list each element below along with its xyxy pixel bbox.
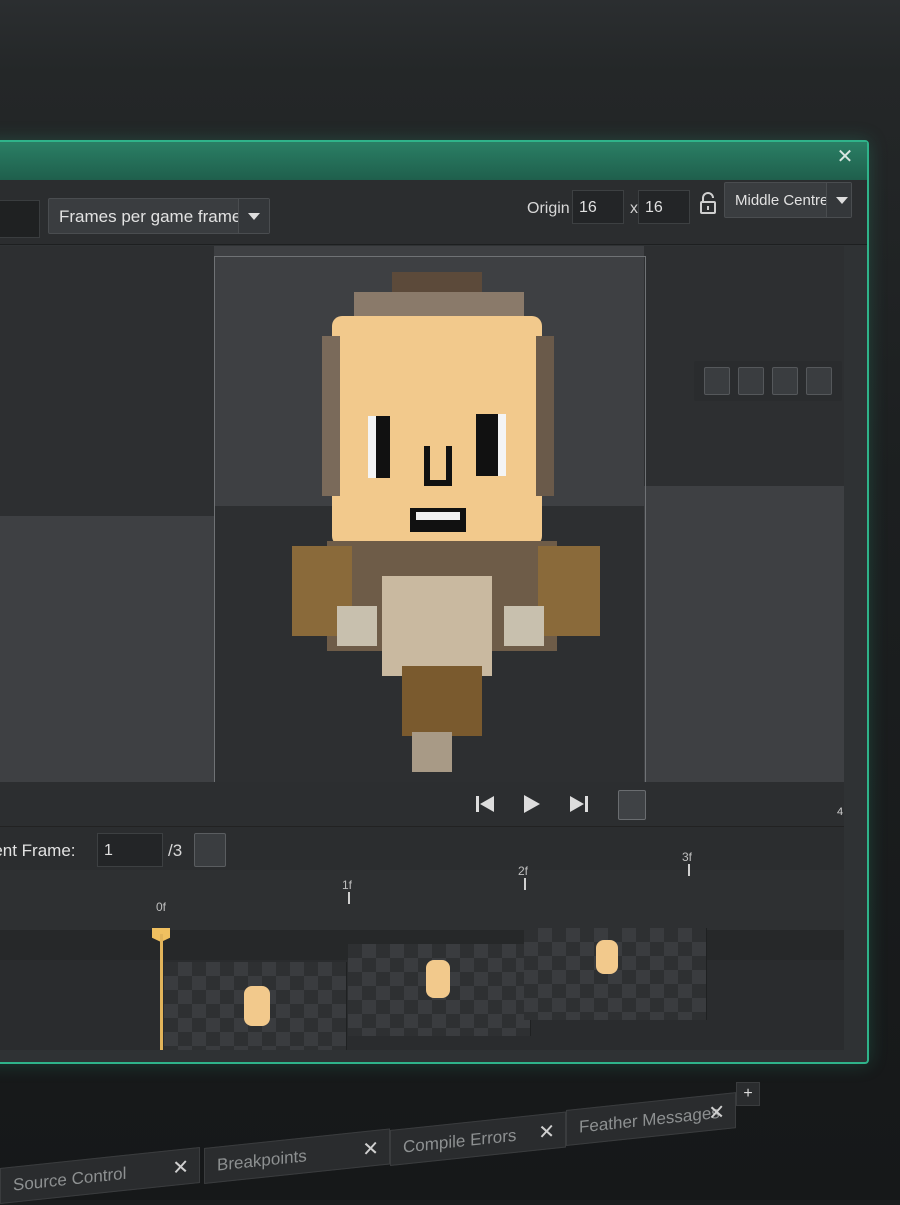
close-icon[interactable]: ✕: [362, 1131, 379, 1169]
frame-thumbnail[interactable]: [524, 928, 707, 1020]
close-icon[interactable]: ✕: [538, 1114, 555, 1152]
tab-source-control[interactable]: Source Control ✕: [0, 1146, 200, 1204]
tab-label: Compile Errors: [403, 1125, 517, 1157]
origin-y-field[interactable]: 16: [638, 190, 690, 224]
tick-label: 3f: [682, 850, 693, 864]
play-icon[interactable]: [518, 790, 544, 818]
sprite-canvas[interactable]: [0, 246, 844, 791]
tab-label: Feather Messages: [579, 1102, 720, 1137]
lock-icon[interactable]: [699, 192, 717, 214]
playback-mode-dropdown[interactable]: Frames per game frame: [48, 198, 270, 234]
origin-label: Origin: [527, 200, 570, 217]
frame-thumbnail[interactable]: [164, 962, 347, 1050]
chevron-down-icon[interactable]: [238, 199, 269, 233]
title-bar[interactable]: ✕: [0, 142, 867, 180]
close-icon[interactable]: ✕: [831, 144, 859, 170]
tab-compile-errors[interactable]: Compile Errors ✕: [390, 1111, 566, 1166]
tick-label: 2f: [518, 864, 529, 878]
close-icon[interactable]: ✕: [708, 1094, 725, 1132]
skip-to-end-icon[interactable]: [566, 790, 592, 818]
current-frame-label: rrent Frame:: [0, 841, 76, 860]
onion-skin-icon[interactable]: [194, 833, 226, 867]
sprite-character: [0, 246, 844, 791]
origin-x-separator: x: [630, 200, 638, 217]
character-eye: [476, 414, 498, 476]
tick-mark: [524, 878, 526, 890]
speed-field[interactable]: [0, 200, 40, 238]
zoom-reset-icon[interactable]: [738, 367, 764, 395]
add-tab-button[interactable]: +: [736, 1082, 760, 1106]
skip-to-start-icon[interactable]: [472, 790, 498, 818]
tab-feather-messages[interactable]: Feather Messages ✕: [566, 1092, 736, 1146]
origin-preset-label: Middle Centre: [735, 192, 829, 209]
zoom-out-icon[interactable]: [704, 367, 730, 395]
sprite-editor-window: ✕ Frames per game frame Origin 16 x 16 M…: [0, 140, 869, 1064]
tick-label: 1f: [342, 878, 353, 892]
tick-mark: [348, 892, 350, 904]
frame-timeline[interactable]: 0f 1f 2f 3f: [0, 850, 844, 1050]
zoom-controls: [694, 361, 842, 401]
close-icon[interactable]: ✕: [172, 1149, 189, 1187]
playback-mode-label: Frames per game frame: [59, 207, 242, 226]
tab-label: Breakpoints: [217, 1146, 307, 1175]
tick-mark: [688, 864, 690, 876]
current-frame-field[interactable]: 1: [97, 833, 163, 867]
playback-controls: 4: [0, 782, 844, 827]
frame-thumbnail[interactable]: [348, 944, 531, 1036]
chevron-down-icon[interactable]: [826, 183, 851, 217]
tab-breakpoints[interactable]: Breakpoints ✕: [204, 1128, 390, 1184]
origin-x-field[interactable]: 16: [572, 190, 624, 224]
origin-preset-dropdown[interactable]: Middle Centre: [724, 182, 852, 218]
fullscreen-icon[interactable]: [806, 367, 832, 395]
zoom-in-icon[interactable]: [772, 367, 798, 395]
tab-label: Source Control: [13, 1163, 127, 1195]
playhead[interactable]: [160, 934, 163, 1050]
tick-label: 0f: [156, 900, 167, 914]
frame-row: rrent Frame: 1 /3: [0, 826, 844, 873]
output-tabs: Source Control ✕ Breakpoints ✕ Compile Err…: [0, 1068, 900, 1204]
timeline-end-marker: 4: [837, 806, 844, 818]
timeline-ruler: [0, 870, 844, 930]
loop-toggle[interactable]: [618, 790, 646, 820]
frame-total: /3: [168, 841, 183, 860]
